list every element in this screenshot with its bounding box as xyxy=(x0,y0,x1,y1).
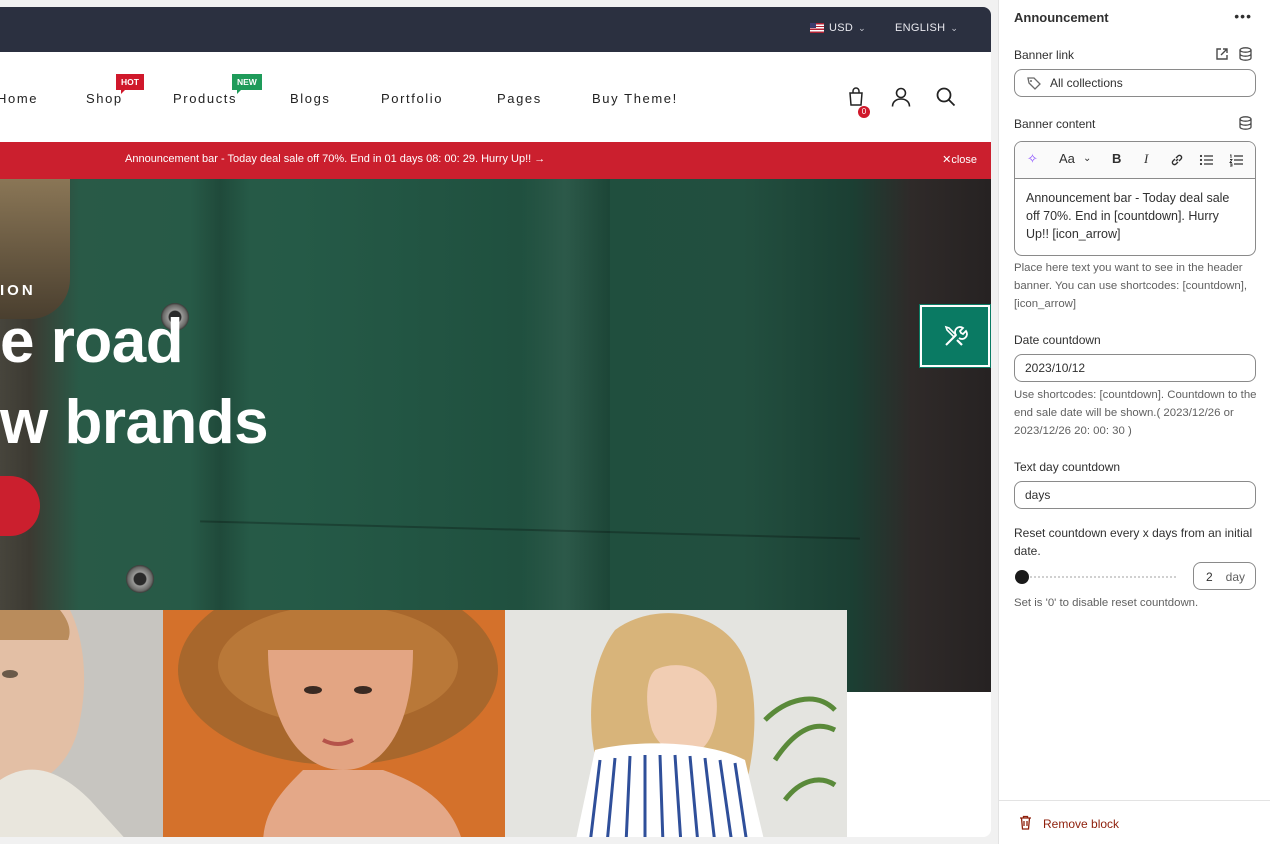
banner-content-editor: ✧ Aa ⌄ B I Announcement bar - Today deal… xyxy=(1014,141,1256,256)
top-bar: USD ⌄ ENGLISH ⌄ xyxy=(0,7,991,52)
us-flag-icon xyxy=(810,23,824,33)
collection-image-women[interactable] xyxy=(163,610,505,837)
nav-item-home[interactable]: Home xyxy=(0,91,38,106)
link-icon[interactable] xyxy=(1170,153,1184,167)
currency-selector[interactable]: USD ⌄ xyxy=(810,22,866,34)
portrait-woman-hat-image xyxy=(163,610,505,837)
announcement-text[interactable]: Announcement bar - Today deal sale off 7… xyxy=(125,153,545,165)
panel-footer: Remove block xyxy=(999,800,1270,844)
close-icon: ✕ xyxy=(942,154,952,166)
numbered-list-icon[interactable] xyxy=(1229,153,1244,167)
nav-item-portfolio[interactable]: Portfolio xyxy=(381,91,443,106)
cart-count-badge: 0 xyxy=(858,106,870,118)
bold-icon[interactable]: B xyxy=(1112,151,1121,166)
date-countdown-help: Use shortcodes: [countdown]. Countdown t… xyxy=(1014,389,1257,437)
portrait-girl-image xyxy=(505,610,847,837)
chevron-down-icon: ⌄ xyxy=(950,22,959,33)
ai-sparkle-icon[interactable]: ✧ xyxy=(1027,151,1038,167)
currency-label: USD xyxy=(829,22,854,34)
hero-title-line-2: w brands xyxy=(0,388,269,457)
dynamic-source-icon[interactable] xyxy=(1239,116,1252,130)
nav-item-products[interactable]: Products xyxy=(173,91,237,106)
announcement-close-button[interactable]: ✕close xyxy=(942,153,977,166)
cart-icon[interactable] xyxy=(848,87,864,107)
empty-area xyxy=(847,699,991,837)
text-day-countdown-label: Text day countdown xyxy=(1014,460,1121,474)
reset-countdown-slider-thumb[interactable] xyxy=(1015,570,1029,584)
hero-kicker: ION xyxy=(0,282,36,299)
reset-countdown-number-field[interactable]: 2 day xyxy=(1193,562,1256,590)
dynamic-source-icon[interactable] xyxy=(1239,47,1252,61)
more-options-button[interactable]: ••• xyxy=(1234,8,1252,24)
nav-item-pages[interactable]: Pages xyxy=(497,91,542,106)
tag-icon xyxy=(1027,77,1041,90)
bullet-list-icon[interactable] xyxy=(1199,153,1214,167)
account-icon[interactable] xyxy=(891,87,911,107)
banner-content-label: Banner content xyxy=(1014,117,1096,131)
store-preview: USD ⌄ ENGLISH ⌄ Home Shop HOT Products N… xyxy=(0,7,991,837)
nav-item-shop[interactable]: Shop xyxy=(86,91,123,106)
nav-item-blogs[interactable]: Blogs xyxy=(290,91,331,106)
jacket-button-decoration xyxy=(126,565,154,593)
italic-icon[interactable]: I xyxy=(1144,151,1148,167)
language-selector[interactable]: ENGLISH ⌄ xyxy=(895,22,958,34)
banner-content-text[interactable]: Announcement bar - Today deal sale off 7… xyxy=(1015,179,1255,253)
remove-block-button[interactable]: Remove block xyxy=(1043,817,1119,831)
chevron-down-icon[interactable]: ⌄ xyxy=(1083,153,1091,164)
main-nav: Home Shop HOT Products NEW Blogs Portfol… xyxy=(0,52,991,142)
language-label: ENGLISH xyxy=(895,22,946,34)
close-label: close xyxy=(951,154,977,166)
external-link-icon[interactable] xyxy=(1215,47,1229,61)
panel-title: Announcement xyxy=(1014,10,1109,25)
collection-image-kids[interactable] xyxy=(505,610,847,837)
text-style-icon[interactable]: Aa xyxy=(1059,151,1075,166)
nav-item-buy-theme[interactable]: Buy Theme! xyxy=(592,91,678,106)
date-countdown-input[interactable]: 2023/10/12 xyxy=(1014,354,1256,382)
search-icon[interactable] xyxy=(936,87,956,107)
wrench-screwdriver-icon xyxy=(944,325,968,346)
hero-title-line-1: e road xyxy=(0,307,184,376)
announcement-bar: Announcement bar - Today deal sale off 7… xyxy=(0,142,991,179)
banner-link-field[interactable]: All collections xyxy=(1014,69,1256,97)
reset-countdown-help: Set is '0' to disable reset countdown. xyxy=(1014,597,1199,609)
reset-countdown-unit: day xyxy=(1225,570,1245,584)
reset-countdown-slider-track[interactable] xyxy=(1021,576,1176,578)
text-day-countdown-input[interactable]: days xyxy=(1014,481,1256,509)
settings-panel: Announcement ••• Banner link All collect… xyxy=(998,0,1270,844)
banner-link-label: Banner link xyxy=(1014,48,1075,62)
chevron-down-icon: ⌄ xyxy=(858,22,866,33)
theme-tools-button[interactable] xyxy=(919,304,991,368)
rich-text-toolbar: ✧ Aa ⌄ B I xyxy=(1015,142,1255,179)
date-countdown-label: Date countdown xyxy=(1014,333,1101,347)
hero-cta-button[interactable] xyxy=(0,476,40,536)
banner-link-value: All collections xyxy=(1050,76,1123,90)
trash-icon[interactable] xyxy=(1019,815,1032,830)
collection-image-men[interactable] xyxy=(0,610,163,837)
new-badge: NEW xyxy=(232,74,262,94)
reset-countdown-value: 2 xyxy=(1206,570,1213,584)
reset-countdown-label: Reset countdown every x days from an ini… xyxy=(1014,526,1253,558)
hot-badge: HOT xyxy=(116,74,144,94)
banner-content-help: Place here text you want to see in the h… xyxy=(1014,262,1248,310)
portrait-man-image xyxy=(0,610,163,837)
